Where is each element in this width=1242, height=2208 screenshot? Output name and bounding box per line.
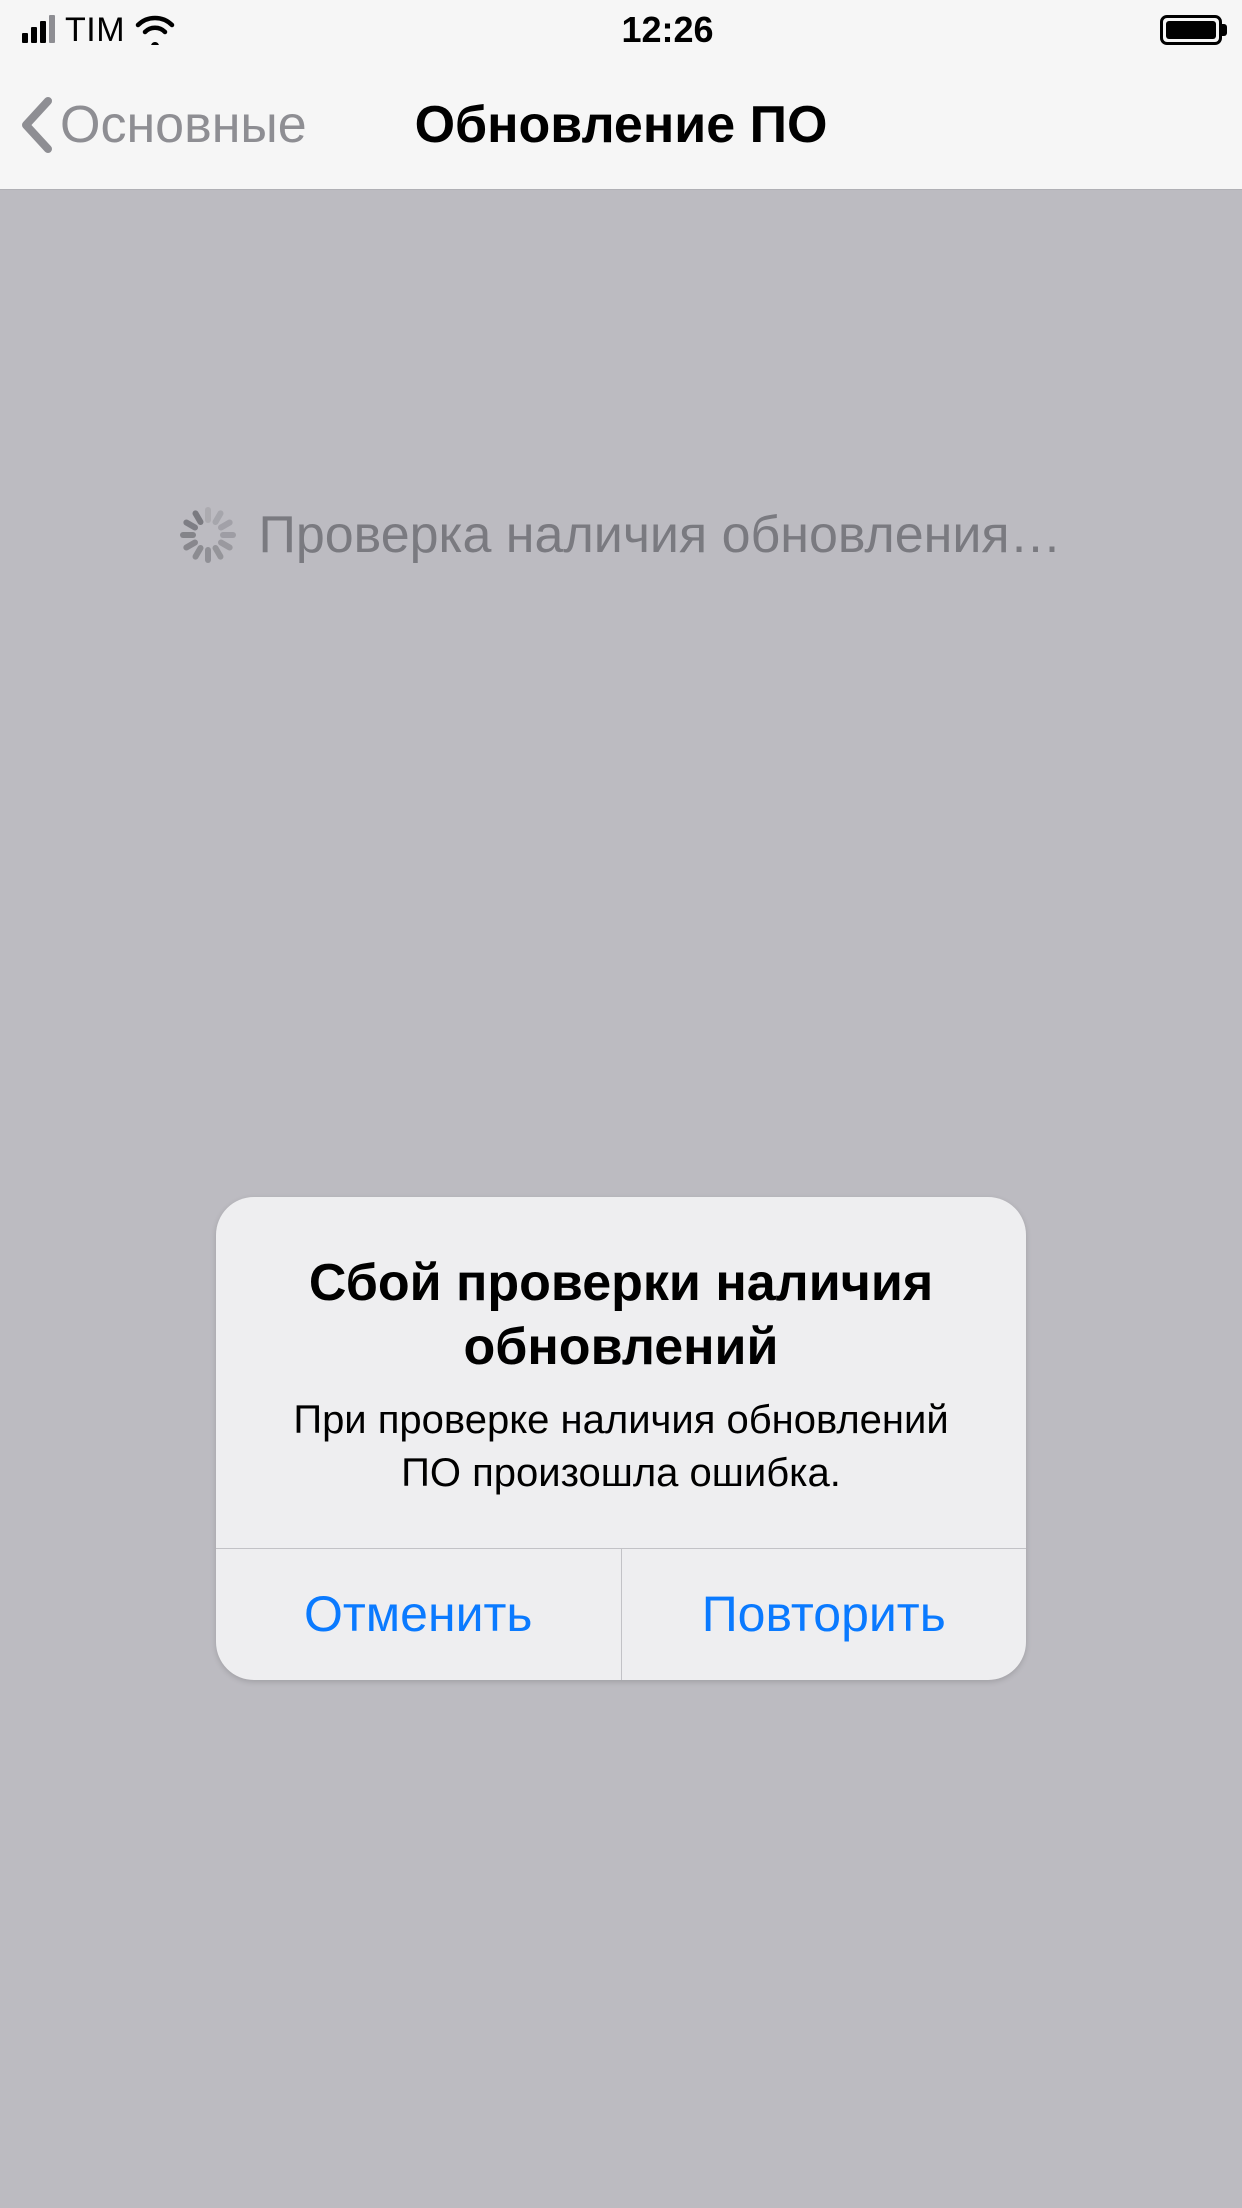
cancel-button-label: Отменить	[304, 1585, 532, 1643]
alert-buttons: Отменить Повторить	[216, 1548, 1026, 1680]
status-right	[1160, 15, 1222, 45]
alert-title: Сбой проверки наличия обновлений	[262, 1251, 980, 1380]
retry-button[interactable]: Повторить	[621, 1549, 1027, 1680]
nav-bar: Основные Обновление ПО	[0, 60, 1242, 190]
retry-button-label: Повторить	[702, 1585, 946, 1643]
loading-indicator-row: Проверка наличия обновления…	[0, 505, 1242, 565]
page-title: Обновление ПО	[415, 95, 828, 155]
alert-message: При проверке наличия обновлений ПО произ…	[262, 1394, 980, 1500]
clock: 12:26	[621, 9, 713, 51]
alert-body: Сбой проверки наличия обновлений При про…	[216, 1197, 1026, 1548]
status-bar: TIM 12:26	[0, 0, 1242, 60]
battery-icon	[1160, 15, 1222, 45]
content-area: Проверка наличия обновления… Сбой провер…	[0, 190, 1242, 2208]
status-left: TIM	[22, 11, 175, 50]
cancel-button[interactable]: Отменить	[216, 1549, 621, 1680]
carrier-label: TIM	[65, 11, 125, 50]
back-button[interactable]: Основные	[18, 95, 307, 155]
alert-dialog: Сбой проверки наличия обновлений При про…	[216, 1197, 1026, 1680]
wifi-icon	[135, 15, 175, 45]
loading-text: Проверка наличия обновления…	[258, 505, 1061, 565]
chevron-left-icon	[18, 95, 54, 155]
cellular-signal-icon	[22, 17, 55, 43]
back-label: Основные	[60, 95, 307, 155]
spinner-icon	[180, 507, 236, 563]
